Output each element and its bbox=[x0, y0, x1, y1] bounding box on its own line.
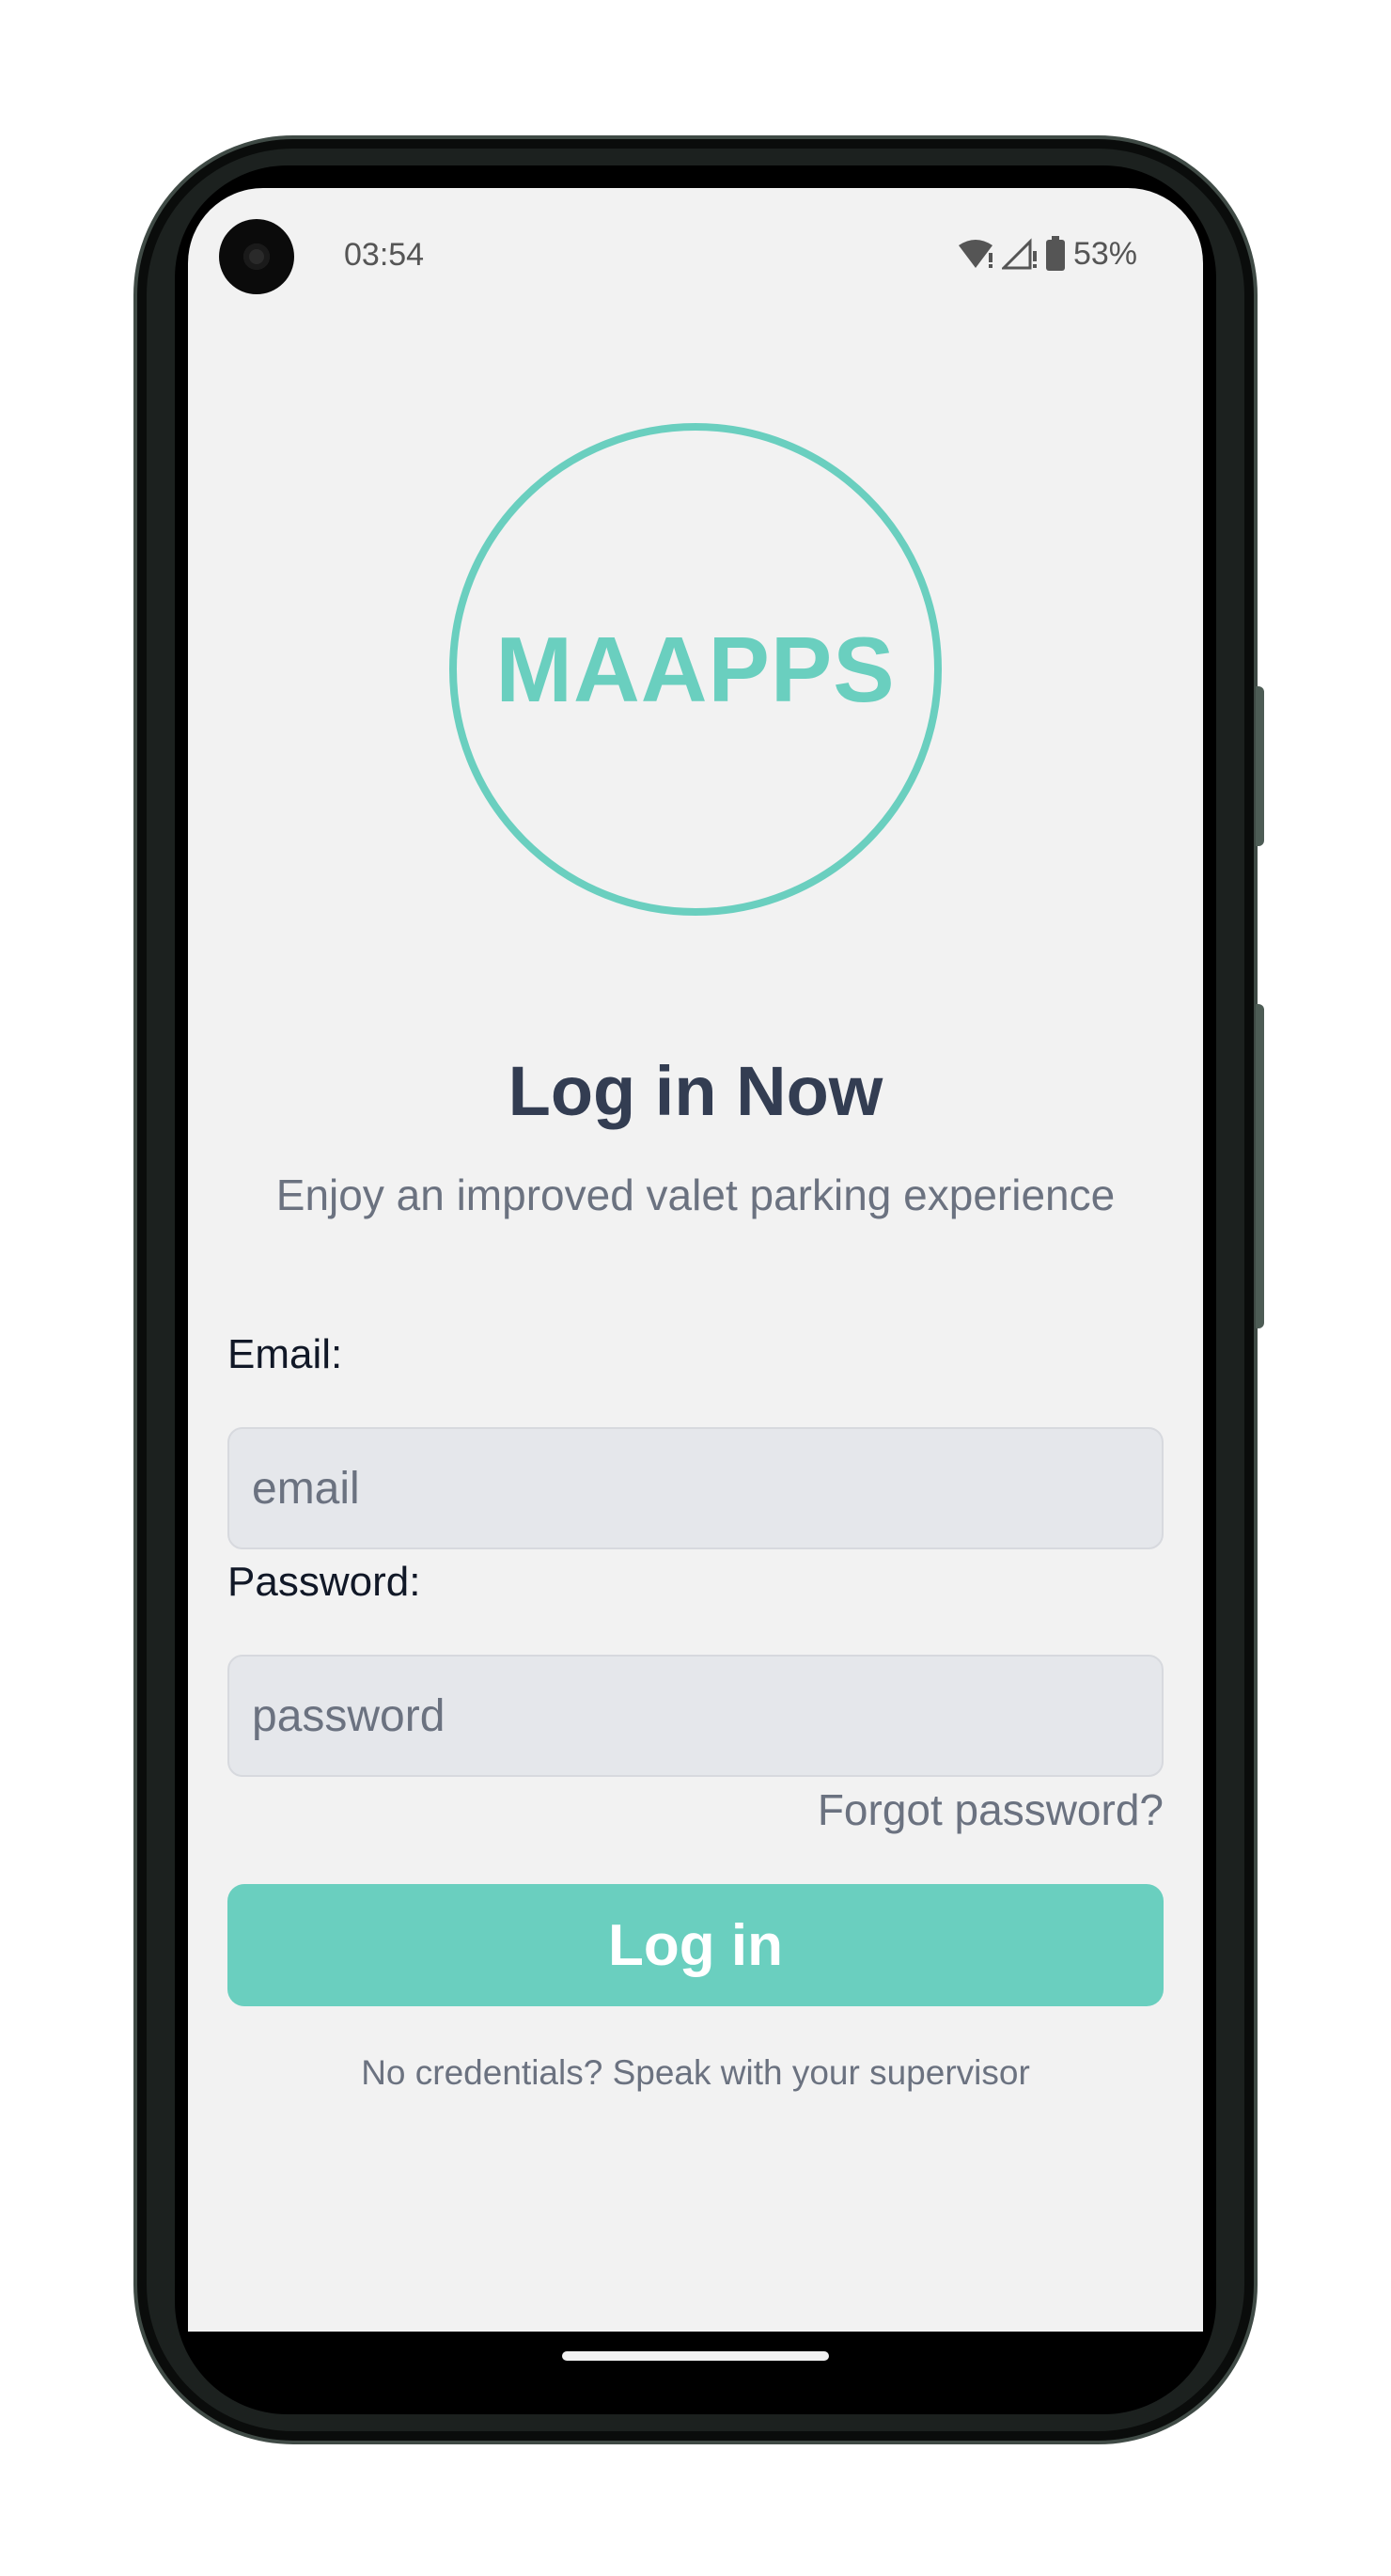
app-screen: 03:54 53% MAAPPS Log in Now Enjoy an imp… bbox=[188, 188, 1203, 2332]
wifi-icon bbox=[957, 238, 994, 270]
logo-text: MAAPPS bbox=[495, 617, 896, 721]
volume-button bbox=[1256, 686, 1264, 846]
forgot-password-link[interactable]: Forgot password? bbox=[818, 1784, 1164, 1835]
page-title: Log in Now bbox=[508, 1052, 883, 1130]
home-indicator[interactable] bbox=[562, 2351, 829, 2361]
password-label: Password: bbox=[227, 1559, 421, 1605]
email-label: Email: bbox=[227, 1331, 343, 1377]
app-logo: MAAPPS bbox=[449, 423, 942, 916]
page-subtitle: Enjoy an improved valet parking experien… bbox=[275, 1170, 1116, 1219]
power-button bbox=[1256, 1004, 1264, 1328]
login-button[interactable]: Log in bbox=[227, 1884, 1164, 2006]
signal-icon bbox=[1001, 238, 1038, 270]
status-time: 03:54 bbox=[344, 237, 425, 273]
password-field[interactable] bbox=[227, 1655, 1164, 1777]
status-icons: 53% bbox=[957, 233, 1137, 275]
camera-icon bbox=[219, 219, 294, 294]
navigation-bar bbox=[188, 2332, 1203, 2392]
battery-icon bbox=[1045, 236, 1066, 272]
battery-percent: 53% bbox=[1072, 235, 1137, 272]
footer-note: No credentials? Speak with your supervis… bbox=[361, 2053, 1030, 2092]
email-field[interactable] bbox=[227, 1427, 1164, 1549]
